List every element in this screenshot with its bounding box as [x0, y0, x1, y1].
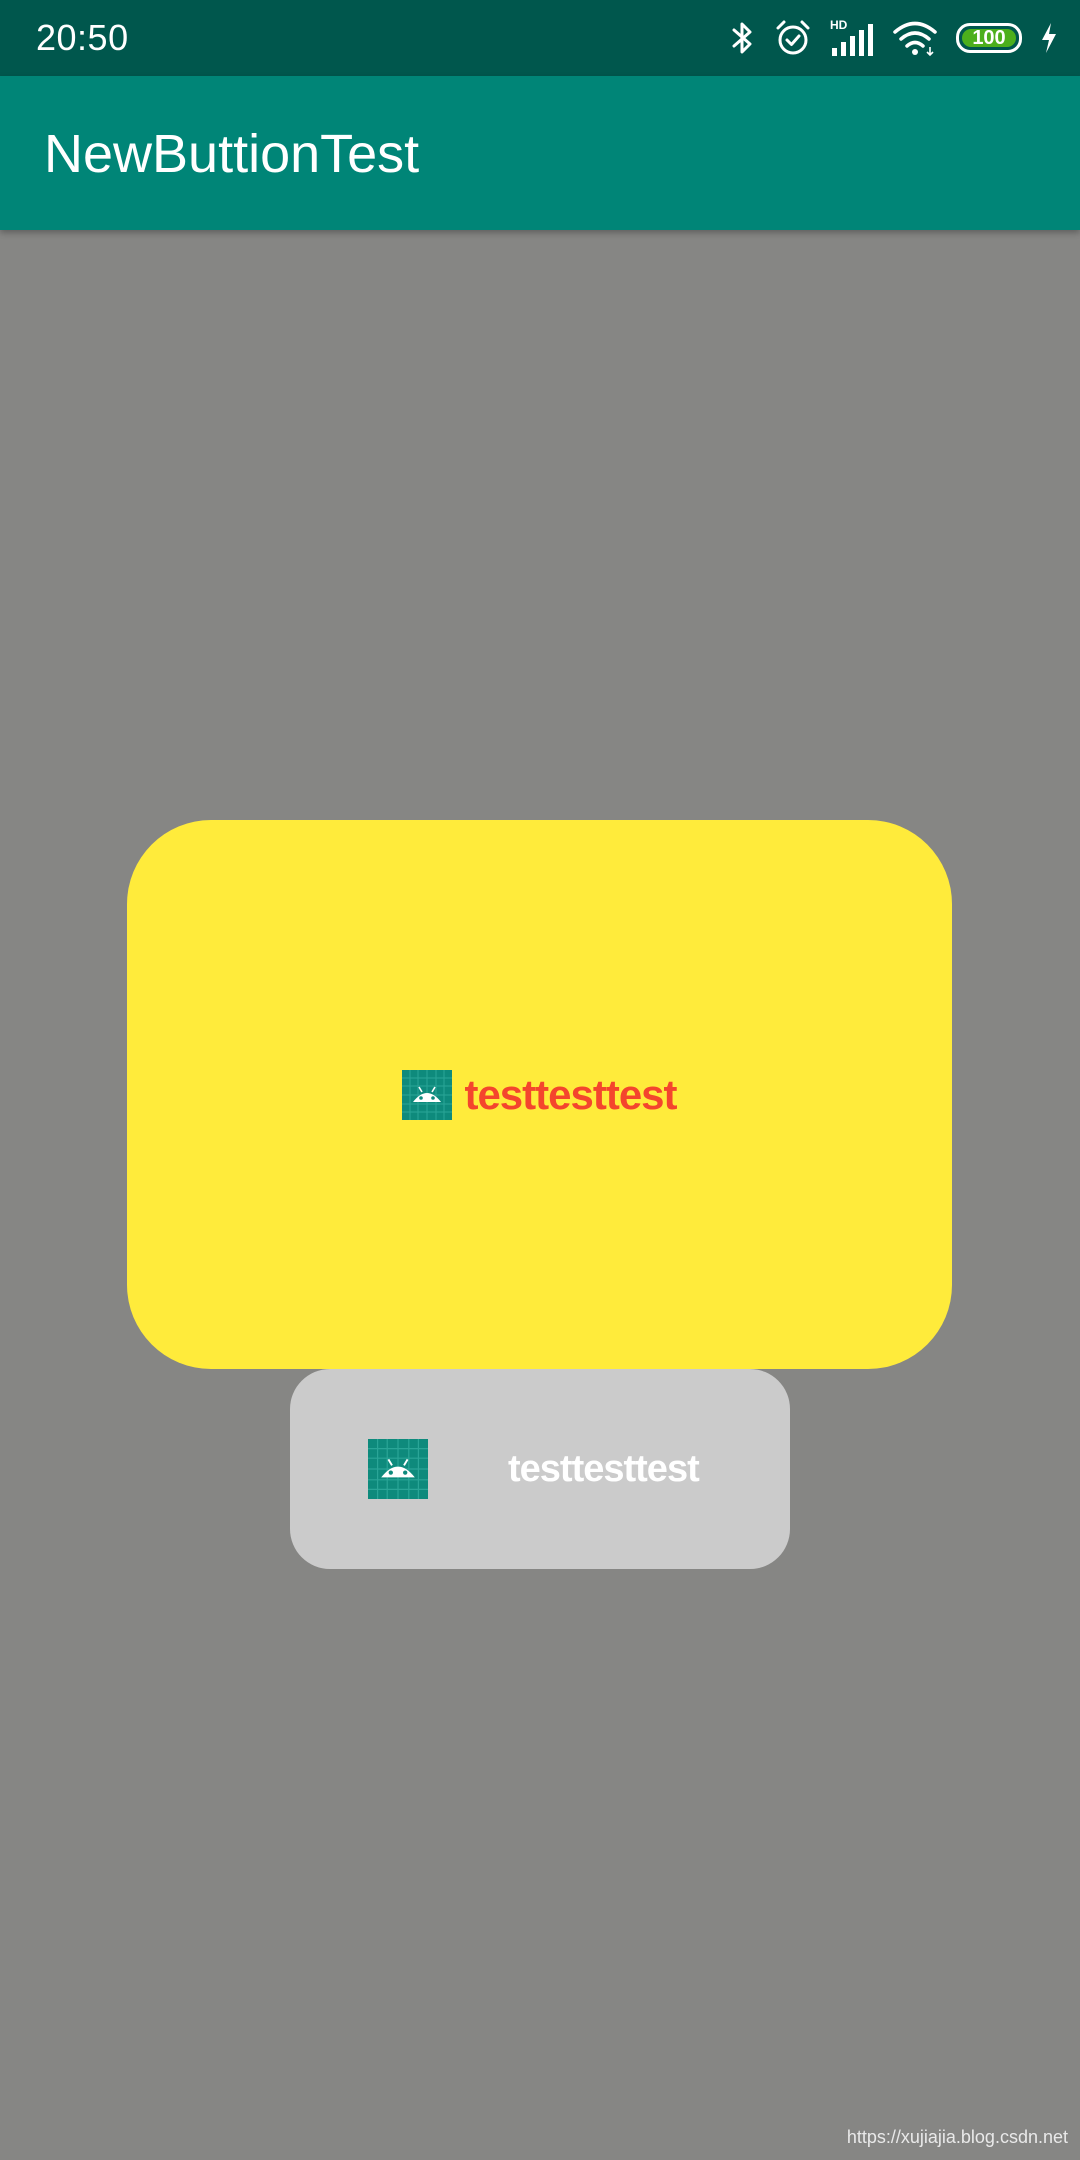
android-launcher-icon	[368, 1439, 428, 1499]
bluetooth-icon	[730, 20, 756, 56]
grey-button-label: testtesttest	[508, 1448, 700, 1490]
wifi-icon	[892, 19, 938, 57]
yellow-button-label: testtesttest	[464, 1070, 677, 1118]
battery-icon: 100	[956, 23, 1022, 53]
charging-icon	[1040, 22, 1058, 54]
grey-test-button[interactable]: testtesttest	[290, 1369, 790, 1569]
status-icons: HD 100	[730, 16, 1058, 60]
svg-text:HD: HD	[830, 18, 848, 32]
android-launcher-icon	[402, 1069, 453, 1120]
app-title: NewButtionTest	[44, 124, 420, 184]
status-bar: 20:50 HD 100	[0, 0, 1080, 76]
hd-signal-icon: HD	[830, 18, 874, 58]
alarm-icon	[774, 19, 812, 57]
watermark: https://xujiajia.blog.csdn.net	[846, 2127, 1068, 2147]
status-time: 20:50	[36, 17, 129, 58]
app-bar: NewButtionTest	[0, 76, 1080, 230]
yellow-test-button[interactable]: testtesttest	[127, 820, 952, 1369]
battery-level: 100	[972, 27, 1006, 49]
